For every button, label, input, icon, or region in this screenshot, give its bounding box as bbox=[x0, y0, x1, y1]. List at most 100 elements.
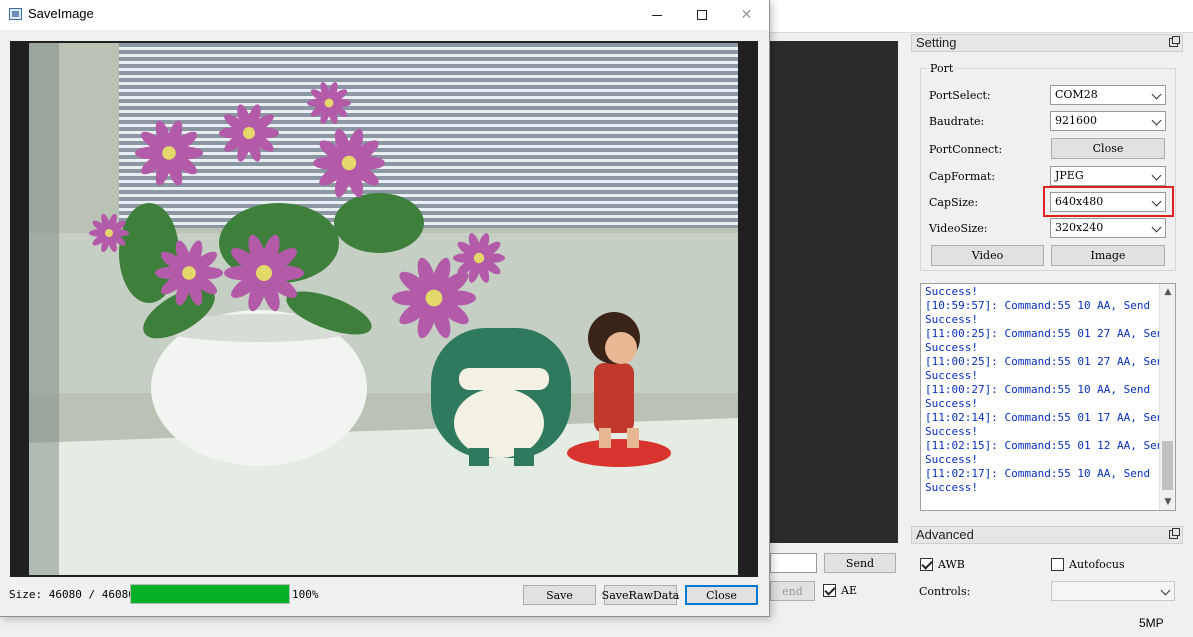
baudrate-label: Baudrate: bbox=[929, 115, 985, 128]
photo-blind-slat bbox=[119, 89, 738, 92]
photo-blind-slat bbox=[119, 117, 738, 120]
transfer-size-label: Size: 46080 / 46080 bbox=[9, 588, 135, 601]
scroll-down-icon[interactable]: ▼ bbox=[1163, 497, 1173, 507]
photo-blind-slat bbox=[119, 68, 738, 71]
cap-size-label: CapSize: bbox=[929, 196, 979, 209]
video-preview-area bbox=[770, 41, 898, 543]
photo-flower-center bbox=[324, 98, 334, 108]
send-button-secondary[interactable]: end bbox=[770, 581, 815, 601]
advanced-dock-title: Advanced bbox=[911, 526, 1183, 544]
photo-blind-slat bbox=[119, 61, 738, 64]
port-connect-button[interactable]: Close bbox=[1051, 138, 1165, 159]
video-size-combo[interactable]: 320x240 bbox=[1050, 218, 1166, 238]
photo-blind-slat bbox=[119, 138, 738, 141]
photo-shadow-left bbox=[29, 43, 59, 575]
chevron-down-icon bbox=[1151, 222, 1162, 233]
cap-format-combo[interactable]: JPEG bbox=[1050, 166, 1166, 186]
photo-blind-slat bbox=[119, 96, 738, 99]
setting-title: Setting bbox=[916, 35, 957, 50]
autofocus-checkbox[interactable]: Autofocus bbox=[1051, 558, 1125, 571]
close-button[interactable]: Close bbox=[685, 585, 758, 605]
controls-combo[interactable] bbox=[1051, 581, 1175, 601]
status-resolution: 5MP bbox=[1139, 616, 1164, 630]
photo-blind-slat bbox=[119, 194, 738, 197]
video-size-label: VideoSize: bbox=[929, 222, 988, 235]
photo-flower-center bbox=[425, 289, 443, 307]
video-size-value: 320x240 bbox=[1055, 221, 1104, 234]
photo-blind-slat bbox=[119, 145, 738, 148]
photo-blind-slat bbox=[119, 201, 738, 204]
baudrate-combo[interactable]: 921600 bbox=[1050, 111, 1166, 131]
photo-flower-center bbox=[243, 127, 255, 139]
photo-dino-toy bbox=[431, 328, 571, 466]
ae-checkbox[interactable]: AE bbox=[823, 584, 857, 597]
maximize-button[interactable] bbox=[679, 0, 724, 30]
photo-blind-slat bbox=[119, 47, 738, 50]
autofocus-label: Autofocus bbox=[1069, 558, 1125, 571]
scroll-up-icon[interactable]: ▲ bbox=[1163, 287, 1173, 297]
cap-format-label: CapFormat: bbox=[929, 170, 996, 183]
port-connect-label: PortConnect: bbox=[929, 143, 1003, 156]
photo-flower-center bbox=[182, 266, 196, 280]
progress-fill bbox=[131, 585, 289, 603]
photo-blind-slat bbox=[119, 166, 738, 169]
ae-label: AE bbox=[841, 584, 857, 597]
cap-size-highlight bbox=[1043, 186, 1174, 217]
save-button[interactable]: Save bbox=[523, 585, 596, 605]
photo-flower-center bbox=[105, 229, 113, 237]
photo-blind-slat bbox=[119, 131, 738, 134]
photo-flower-center bbox=[162, 146, 176, 160]
photo-blind-slat bbox=[119, 152, 738, 155]
log-scrollbar[interactable]: ▲ ▼ bbox=[1159, 284, 1175, 510]
video-button[interactable]: Video bbox=[931, 245, 1044, 266]
advanced-title: Advanced bbox=[916, 527, 974, 542]
photo-blind-slat bbox=[119, 187, 738, 190]
dock-float-icon[interactable] bbox=[1169, 528, 1180, 539]
captured-photo-svg bbox=[29, 43, 738, 575]
chevron-down-icon bbox=[1160, 585, 1171, 596]
awb-checkbox[interactable]: AWB bbox=[920, 558, 965, 571]
controls-label: Controls: bbox=[919, 585, 971, 598]
progress-percent: 100% bbox=[292, 588, 319, 601]
port-select-label: PortSelect: bbox=[929, 89, 991, 102]
photo-blind-slat bbox=[119, 159, 738, 162]
captured-image bbox=[29, 43, 738, 575]
main-title-bar bbox=[770, 0, 1193, 33]
command-input[interactable] bbox=[770, 553, 817, 573]
port-select-value: COM28 bbox=[1055, 88, 1098, 101]
scrollbar-thumb[interactable] bbox=[1162, 441, 1173, 490]
log-text: Success! [10:59:57]: Command:55 10 AA, S… bbox=[925, 285, 1171, 494]
photo-flower-center bbox=[256, 265, 272, 281]
awb-checkbox-box[interactable] bbox=[920, 558, 933, 571]
cap-format-value: JPEG bbox=[1055, 169, 1084, 182]
baudrate-value: 921600 bbox=[1055, 114, 1097, 127]
photo-blind-slat bbox=[119, 82, 738, 85]
photo-blind-slat bbox=[119, 75, 738, 78]
ae-checkbox-box[interactable] bbox=[823, 584, 836, 597]
port-select-combo[interactable]: COM28 bbox=[1050, 85, 1166, 105]
save-raw-data-button[interactable]: SaveRawData bbox=[602, 585, 679, 605]
photo-blind-slat bbox=[119, 208, 738, 211]
photo-blind-slat bbox=[119, 222, 738, 225]
close-window-button[interactable]: ✕ bbox=[724, 0, 769, 30]
send-button[interactable]: Send bbox=[824, 553, 896, 573]
dialog-title-bar[interactable]: SaveImage ✕ bbox=[0, 0, 769, 30]
app-icon bbox=[9, 8, 22, 20]
photo-blind-slat bbox=[119, 124, 738, 127]
image-button[interactable]: Image bbox=[1051, 245, 1165, 266]
awb-label: AWB bbox=[938, 558, 965, 571]
log-output[interactable]: Success! [10:59:57]: Command:55 10 AA, S… bbox=[920, 283, 1176, 511]
photo-flower-center bbox=[473, 252, 485, 264]
minimize-button[interactable] bbox=[634, 0, 679, 30]
photo-flower-center bbox=[341, 155, 357, 171]
port-group-title: Port bbox=[927, 62, 957, 75]
window-title: SaveImage bbox=[28, 6, 94, 21]
photo-blind-slat bbox=[119, 215, 738, 218]
dock-float-icon[interactable] bbox=[1169, 36, 1180, 47]
chevron-down-icon bbox=[1151, 170, 1162, 181]
chevron-down-icon bbox=[1151, 115, 1162, 126]
photo-blind-slat bbox=[119, 110, 738, 113]
minimize-icon bbox=[651, 14, 662, 16]
autofocus-checkbox-box[interactable] bbox=[1051, 558, 1064, 571]
transfer-progress-bar bbox=[130, 584, 290, 604]
